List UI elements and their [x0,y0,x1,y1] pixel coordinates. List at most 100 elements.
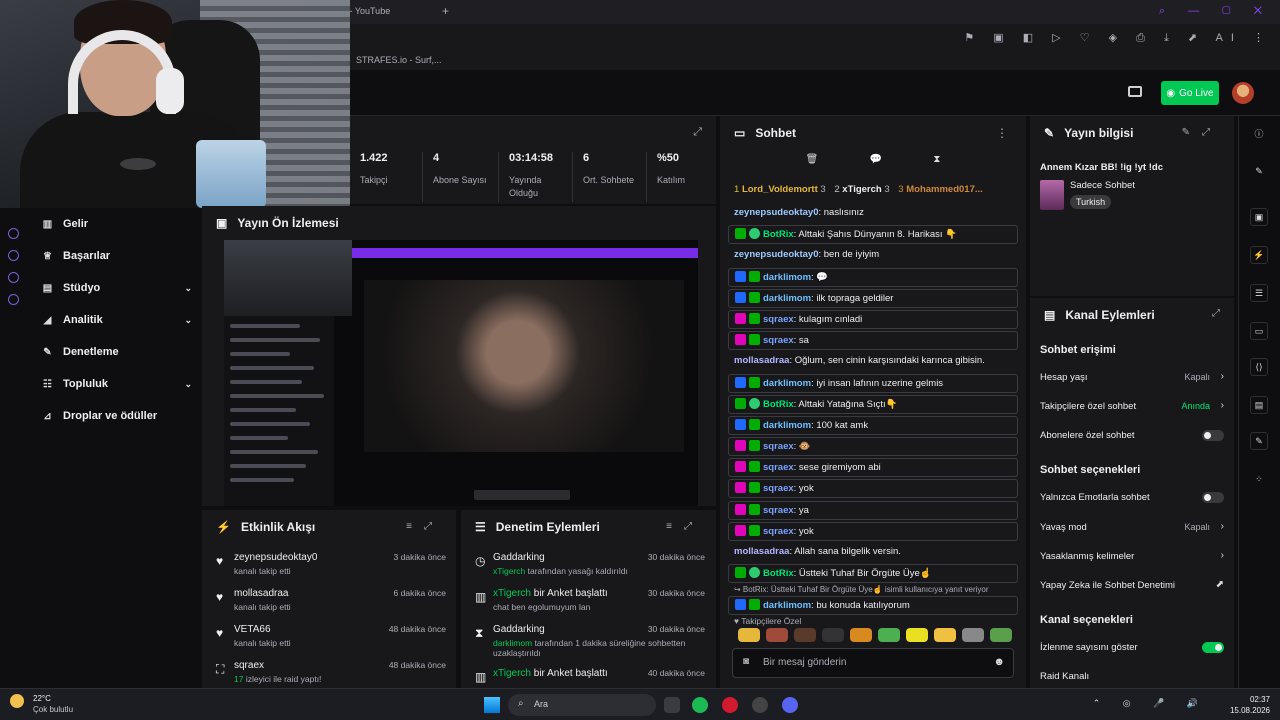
chat-username[interactable]: BotRix [763,568,794,579]
list-item[interactable]: ♥ mollasadraa kanalı takip etti 6 dakika… [216,588,446,624]
chat-input[interactable]: ◙ Bir mesaj gönderin ☻ [732,648,1014,678]
layout-icon[interactable]: ▤ [1250,396,1268,414]
chat-username[interactable]: sqraex [763,483,794,494]
emote[interactable] [766,628,788,642]
emote[interactable] [990,628,1012,642]
chat-message[interactable]: sqraex: ya [728,500,1018,520]
emote[interactable] [822,628,844,642]
go-live-button[interactable]: ◉ Go Live [1161,81,1219,105]
chat-message[interactable]: zeynepsudeoktay0: naslısınız [728,204,1018,223]
windows-start-icon[interactable] [484,697,500,713]
taskbar-clock[interactable]: 02:37 15.08.2026 [1230,694,1270,716]
chat-bubble-icon[interactable]: 💬 [870,154,882,176]
chat-message[interactable]: darklimom: bu konuda katılıyorum [728,596,1018,616]
chat-username[interactable]: mollasadraa [734,546,789,557]
leaderboard-entry[interactable]: 2 xTigerch 3 [834,184,889,195]
chat-message[interactable]: sqraex: yok [728,479,1018,499]
chat-message[interactable]: sqraex: sa [728,331,1018,351]
emote[interactable] [738,628,760,642]
taskbar-search[interactable]: ⌕ Ara [508,694,656,716]
chat-message[interactable]: darklimom: 100 kat amk [728,415,1018,435]
chat-username[interactable]: sqraex [763,526,794,537]
toggle[interactable] [1202,430,1224,441]
panel-icon[interactable]: ▣ [1250,208,1268,226]
tag-badge[interactable]: Turkish [1070,195,1112,209]
emote[interactable] [906,628,928,642]
emote[interactable] [934,628,956,642]
category-name[interactable]: Sadece Sohbet [1070,180,1135,191]
setting-account-age[interactable]: Hesap yaşı Kapalı › [1040,371,1224,386]
emote-bar[interactable] [738,628,1018,644]
chat-message[interactable]: mollasadraa: Oğlum, sen cinin karşısında… [728,352,1018,371]
chat-username[interactable]: darklimom [763,293,811,304]
chat-username[interactable]: sqraex [763,314,794,325]
setting-slow-mode[interactable]: Yavaş mod Kapalı › [1040,521,1224,536]
toggle[interactable] [1202,492,1224,503]
chat-message[interactable]: darklimom: ilk topraga geldiler [728,288,1018,308]
chat-message[interactable]: zeynepsudeoktay0: ben de iyiyim [728,246,1018,265]
sidebar-item-droplar[interactable]: ⊿ Droplar ve ödüller [42,410,192,422]
extension-icons[interactable]: ⚑ ▣ ◧ ▷ ♡ ◈ ⎙ ⤓ ⬈ AI ⋮ [964,31,1272,45]
pencil-icon[interactable]: ✎ [1250,162,1268,180]
more-icon[interactable]: ⋮ [996,126,1008,140]
extensions-icon[interactable]: ⁘ [1250,470,1268,488]
chat-message[interactable]: sqraex: yok [728,521,1018,541]
chat-username[interactable]: BotRix [763,229,794,240]
leaderboard-entry[interactable]: 1 Lord_Voldemortt 3 [734,184,826,195]
filter-icon[interactable]: ≡⤢ [666,521,704,532]
chat-username[interactable]: darklimom [763,600,811,611]
emote[interactable] [878,628,900,642]
leaderboard-entry[interactable]: 3 Mohammed017... [898,184,983,195]
browser-tab[interactable]: r - YouTube [344,6,390,16]
file-explorer-icon[interactable] [664,697,680,713]
steam-icon[interactable] [752,697,768,713]
chat-username[interactable]: darklimom [763,420,811,431]
chat-message[interactable]: darklimom: 💬 [728,267,1018,287]
chat-message[interactable]: sqraex: kulagım cınladi [728,309,1018,329]
info-icon[interactable]: ⓘ [1250,124,1268,142]
expand-icon[interactable]: ⤢ [1212,308,1220,319]
chat-username[interactable]: zeynepsudeoktay0 [734,207,818,218]
chat-username[interactable]: BotRix [763,399,794,410]
camera-icon[interactable] [1128,86,1142,97]
window-controls[interactable]: ⌕ — ▢ ✕ [1159,5,1272,18]
sidebar-item-studyo[interactable]: ▤ Stüdyo ⌄ [42,282,192,294]
toggle[interactable] [1202,642,1224,653]
chat-message[interactable]: BotRix: Alttaki Yatağına Sıçtı👇 [728,394,1018,414]
sidebar-item-basarilar[interactable]: ♕ Başarılar [42,250,192,262]
chat-username[interactable]: mollasadraa [734,355,789,366]
chat-message[interactable]: sqraex: 🐵 [728,437,1018,457]
stream-preview-video[interactable] [224,240,698,506]
sidebar-item-gelir[interactable]: ▥ Gelir [42,218,192,230]
chat-username[interactable]: sqraex [763,462,794,473]
sidebar-item-topluluk[interactable]: ☷ Topluluk ⌄ [42,378,192,390]
bolt-icon[interactable]: ⚡ [1250,246,1268,264]
sidebar-item-analitik[interactable]: ◢ Analitik ⌄ [42,314,192,326]
emote[interactable] [794,628,816,642]
chat-messages[interactable]: zeynepsudeoktay0: naslısınız BotRix: Altt… [728,204,1018,624]
setting-raid[interactable]: Raid Kanalı [1040,671,1224,685]
list-item[interactable]: ⧗ Gaddarking darklimom tarafından 1 daki… [475,624,705,660]
hourglass-icon[interactable]: ⧗ [933,154,940,176]
list-item[interactable]: ◷ Gaddarking xTigerch tarafından yasağı … [475,552,705,588]
filter-icon[interactable]: ≡⤢ [406,521,444,532]
system-tray[interactable]: ⌃ ◎ 🎤 🔊 [1093,698,1208,709]
chat-message[interactable]: darklimom: iyi insan lafının uzerine gel… [728,373,1018,393]
setting-subscribers-only[interactable]: Abonelere özel sohbet [1040,430,1224,444]
setting-banned-words[interactable]: Yasaklanmış kelimeler › [1040,550,1224,565]
setting-followers-only[interactable]: Takipçilere özel sohbet Anında › [1040,400,1224,415]
list-item[interactable]: ▥ xTigerch bir Anket başlattı chat ben e… [475,588,705,624]
chat-username[interactable]: sqraex [763,505,794,516]
list-icon[interactable]: ☰ [1250,284,1268,302]
rail-icon[interactable] [8,294,19,305]
chat-username[interactable]: sqraex [763,335,794,346]
new-tab-icon[interactable]: + [442,4,449,18]
weather-icon[interactable] [10,694,24,708]
list-item[interactable]: ♥ VETA66 kanalı takip etti 48 dakika önc… [216,624,446,660]
trash-icon[interactable]: 🗑 [806,154,819,176]
rail-icon[interactable] [8,250,19,261]
wrench-icon[interactable]: ✎ [1250,432,1268,450]
chat-username[interactable]: sqraex [763,441,794,452]
chat-username[interactable]: darklimom [763,378,811,389]
sidebar-item-denetleme[interactable]: ✎ Denetleme [42,346,192,358]
